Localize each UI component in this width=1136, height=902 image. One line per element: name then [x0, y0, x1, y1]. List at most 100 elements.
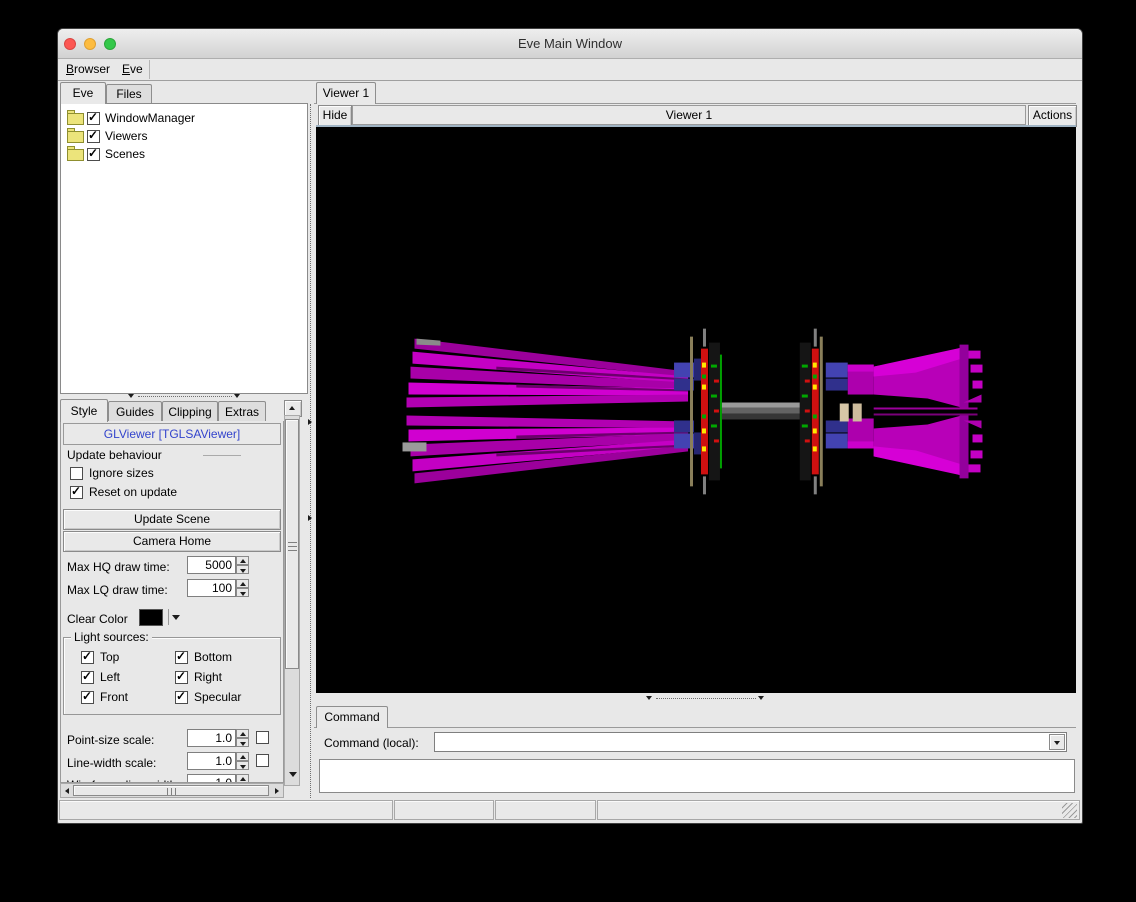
- light-specular-checkbox[interactable]: [175, 689, 188, 704]
- light-left-checkbox[interactable]: [81, 669, 94, 684]
- command-tab-baseline: [314, 727, 1076, 728]
- light-top-checkbox[interactable]: [81, 649, 94, 664]
- splitter-arrow-icon: [758, 696, 764, 700]
- line-width-label: Line-width scale:: [67, 756, 157, 770]
- tree-checkbox-windowmanager[interactable]: [87, 110, 100, 125]
- tree-item-scenes[interactable]: Scenes: [61, 146, 307, 164]
- update-scene-button[interactable]: Update Scene: [63, 509, 281, 530]
- folder-icon: [67, 128, 84, 143]
- line-width-checkbox[interactable]: [256, 754, 269, 767]
- title-bar[interactable]: Eve Main Window: [58, 29, 1082, 59]
- vertical-splitter[interactable]: [307, 81, 315, 798]
- spin-up-button[interactable]: [236, 556, 249, 565]
- spin-down-button[interactable]: [236, 588, 249, 597]
- style-vertical-scrollbar[interactable]: [284, 415, 300, 786]
- max-hq-field[interactable]: 5000: [187, 556, 236, 574]
- splitter-dots: [310, 104, 311, 798]
- combo-arrow-icon: [1054, 741, 1060, 745]
- line-width-field[interactable]: 1.0: [187, 752, 236, 770]
- command-combobox[interactable]: [434, 732, 1067, 752]
- actions-button[interactable]: Actions: [1028, 105, 1077, 127]
- scrollbar-thumb[interactable]: [73, 785, 269, 796]
- reset-on-update-checkbox[interactable]: [70, 484, 83, 499]
- command-local-label: Command (local):: [324, 736, 419, 750]
- tab-guides[interactable]: Guides: [108, 401, 162, 422]
- clear-color-swatch[interactable]: [139, 609, 163, 626]
- light-right-label: Right: [194, 670, 223, 684]
- command-output[interactable]: [319, 759, 1075, 793]
- splitter-arrow-icon: [646, 696, 652, 700]
- line-width-spinner[interactable]: [236, 752, 249, 770]
- tab-style-label: Style: [70, 404, 98, 418]
- light-specular-label: Specular: [194, 690, 242, 704]
- scene-tree[interactable]: WindowManager Viewers Scenes: [60, 103, 308, 394]
- command-splitter[interactable]: [316, 694, 1076, 702]
- style-horizontal-scrollbar[interactable]: [60, 783, 284, 798]
- color-dropdown-icon[interactable]: [172, 615, 180, 620]
- viewer-title-bar[interactable]: Viewer 1: [352, 105, 1026, 125]
- wireframe-field[interactable]: 1.0: [187, 774, 236, 782]
- reset-on-update-label: Reset on update: [89, 485, 178, 499]
- tab-clipping[interactable]: Clipping: [162, 401, 218, 422]
- tree-checkbox-scenes[interactable]: [87, 146, 100, 161]
- combo-dropdown-button[interactable]: [1049, 734, 1065, 750]
- tab-eve-label: Eve: [72, 86, 94, 100]
- glviewer-button-label: GLViewer [TGLSAViewer]: [103, 427, 241, 441]
- light-bottom-checkbox[interactable]: [175, 649, 188, 664]
- splitter-arrow-icon: [234, 394, 240, 398]
- menu-eve[interactable]: Eve: [118, 59, 147, 79]
- wireframe-label: Wireframe line-width: [67, 778, 176, 782]
- hide-button[interactable]: Hide: [318, 105, 352, 127]
- tab-viewer-1[interactable]: Viewer 1: [316, 82, 376, 104]
- splitter-dots: [138, 396, 232, 397]
- status-section-3: [495, 800, 596, 820]
- scroll-left-icon[interactable]: [65, 788, 69, 794]
- tree-item-viewers[interactable]: Viewers: [61, 128, 307, 146]
- light-right-checkbox[interactable]: [175, 669, 188, 684]
- menu-bar: Browser Eve: [58, 59, 1082, 81]
- spin-down-button[interactable]: [236, 738, 249, 747]
- tree-item-label: Scenes: [105, 147, 146, 161]
- eve-main-window: Eve Main Window Browser Eve Eve Files Wi…: [57, 28, 1083, 824]
- scroll-down-icon[interactable]: [289, 772, 297, 777]
- light-top-label: Top: [100, 650, 120, 664]
- tab-eve[interactable]: Eve: [60, 82, 106, 104]
- spin-up-button[interactable]: [236, 729, 249, 738]
- spin-up-button[interactable]: [236, 752, 249, 761]
- max-lq-field[interactable]: 100: [187, 579, 236, 597]
- tab-command[interactable]: Command: [316, 706, 388, 728]
- thumb-grip: [288, 542, 297, 551]
- tree-checkbox-viewers[interactable]: [87, 128, 100, 143]
- tab-files[interactable]: Files: [106, 84, 152, 104]
- menubar-divider: [149, 60, 150, 79]
- swatch-divider: [168, 609, 169, 625]
- max-lq-spinner[interactable]: [236, 579, 249, 597]
- spin-up-button[interactable]: [236, 579, 249, 588]
- spin-down-button[interactable]: [236, 565, 249, 574]
- point-size-field[interactable]: 1.0: [187, 729, 236, 747]
- light-sources-title: Light sources:: [71, 630, 152, 644]
- spin-down-button[interactable]: [236, 761, 249, 770]
- gl-viewport[interactable]: [316, 127, 1076, 693]
- light-front-checkbox[interactable]: [81, 689, 94, 704]
- thumb-grip: [167, 788, 176, 795]
- splitter-arrow-icon: [308, 419, 312, 425]
- ignore-sizes-checkbox[interactable]: [70, 467, 83, 480]
- resize-grip[interactable]: [1062, 803, 1077, 818]
- point-size-spinner[interactable]: [236, 729, 249, 747]
- tab-style[interactable]: Style: [60, 399, 108, 422]
- wireframe-spinner[interactable]: [236, 774, 249, 782]
- tree-item-windowmanager[interactable]: WindowManager: [61, 110, 307, 128]
- tab-extras[interactable]: Extras: [218, 401, 266, 422]
- point-size-label: Point-size scale:: [67, 733, 155, 747]
- scrollbar-thumb[interactable]: [285, 419, 299, 669]
- point-size-checkbox[interactable]: [256, 731, 269, 744]
- menu-browser[interactable]: Browser: [62, 59, 114, 79]
- group-rule: [203, 455, 241, 456]
- max-hq-label: Max HQ draw time:: [67, 560, 170, 574]
- scroll-right-icon[interactable]: [275, 788, 279, 794]
- camera-home-button[interactable]: Camera Home: [63, 531, 281, 552]
- glviewer-button[interactable]: GLViewer [TGLSAViewer]: [63, 423, 281, 445]
- max-hq-spinner[interactable]: [236, 556, 249, 574]
- spin-up-button[interactable]: [236, 774, 249, 782]
